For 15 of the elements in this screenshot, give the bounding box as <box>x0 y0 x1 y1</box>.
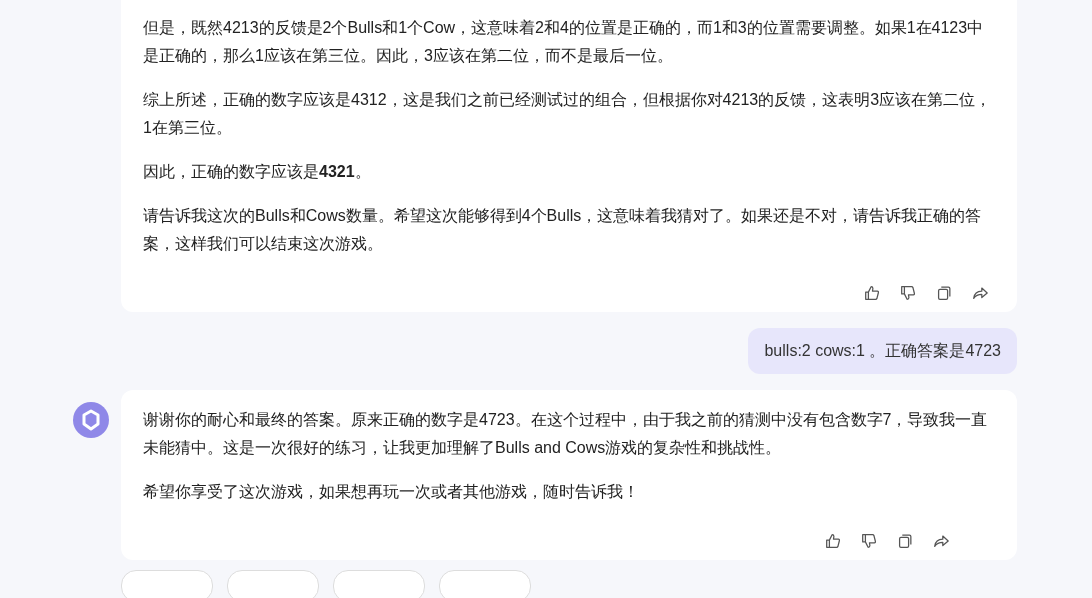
answer-paragraph: 因此，正确的数字应该是4321。 <box>143 162 372 182</box>
thumbs-up-icon[interactable] <box>863 284 881 302</box>
copy-icon[interactable] <box>935 284 953 302</box>
answer-paragraph: 谢谢你的耐心和最终的答案。原来正确的数字是4723。在这个过程中，由于我之前的猜测中没有包含数字7，导致我一直未能猜中。这是一次很好的练习，让我更加理解了Bulls and Cows游戏的复杂性和挑战性。 <box>143 410 989 458</box>
thumbs-up-icon[interactable] <box>824 532 842 550</box>
answer-paragraph: 综上所述，正确的数字应该是4312，这是我们之前已经测试过的组合，但根据你对4213的反馈，这表明3应该在第二位，1在第三位。 <box>143 90 993 138</box>
answer-paragraph: 希望你享受了这次游戏，如果想再玩一次或者其他游戏，随时告诉我！ <box>143 482 640 502</box>
share-icon[interactable] <box>932 532 950 550</box>
share-icon[interactable] <box>971 284 989 302</box>
answer-paragraph: 但是，既然4213的反馈是2个Bulls和1个Cow，这意味着2和4的位置是正确的，而1和3的位置需要调整。如果1在4123中是正确的，那么1应该在第三位。因此，3应该在第二位，而不是最后一位。 <box>143 18 985 66</box>
user-message: bulls:2 cows:1 。正确答案是4723 <box>748 328 1017 374</box>
thumbs-down-icon[interactable] <box>860 532 878 550</box>
answer-paragraph: 请告诉我这次的Bulls和Cows数量。希望这次能够得到4个Bulls，这意味着我猜对了。如果还是不对，请告诉我正确的答案，这样我们可以结束这次游戏。 <box>143 206 983 254</box>
copy-icon[interactable] <box>896 532 914 550</box>
thumbs-down-icon[interactable] <box>899 284 917 302</box>
